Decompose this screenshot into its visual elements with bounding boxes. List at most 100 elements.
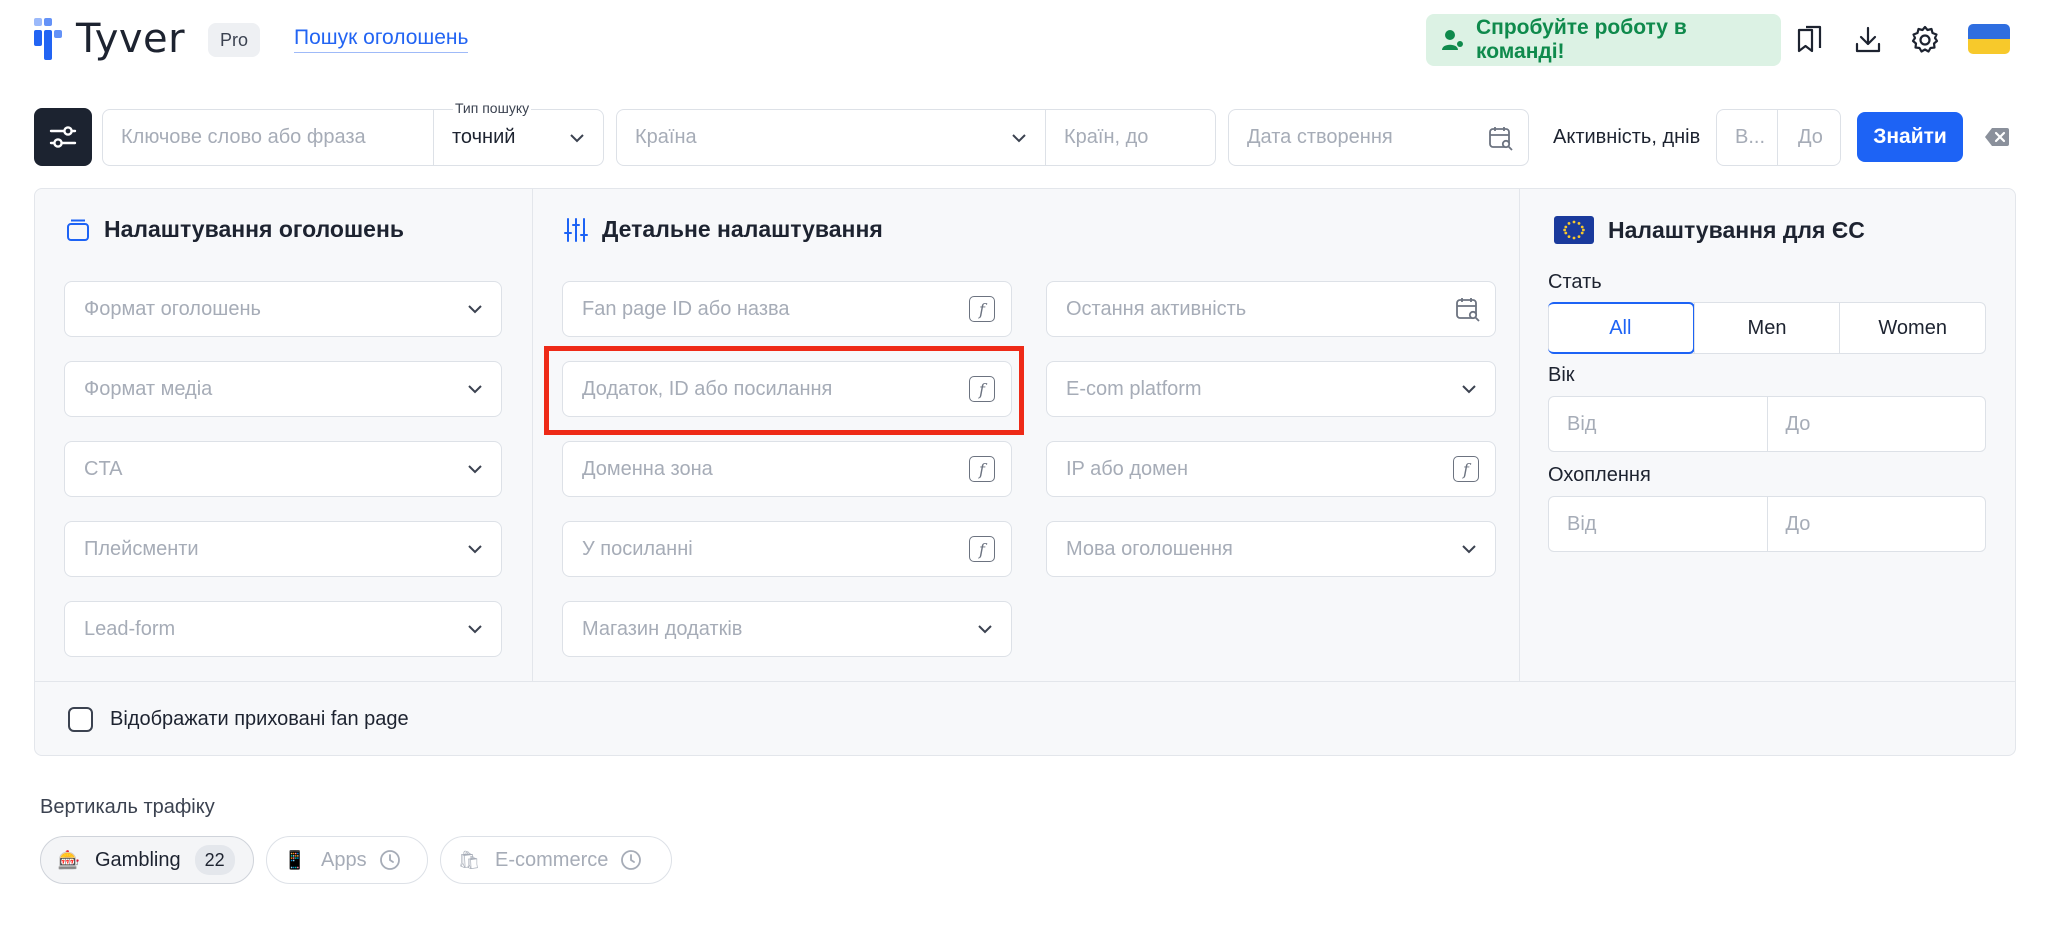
traffic-vertical-title: Вертикаль трафіку xyxy=(40,796,215,818)
in-link-input[interactable]: У посиланні f xyxy=(562,521,1012,577)
ad-format-select[interactable]: Формат оголошень xyxy=(64,281,502,337)
keyword-input[interactable]: Ключове слово або фраза xyxy=(102,109,434,166)
vertical-chip-apps[interactable]: 📱 Apps xyxy=(266,836,428,884)
column-divider xyxy=(532,189,533,681)
media-format-placeholder: Формат медіа xyxy=(84,377,213,400)
ad-settings-title: Налаштування оголошень xyxy=(66,216,404,243)
created-date-placeholder: Дата створення xyxy=(1247,126,1393,148)
ecom-platform-select[interactable]: E-com platform xyxy=(1046,361,1496,417)
reach-label: Охоплення xyxy=(1548,464,1651,486)
placements-select[interactable]: Плейсменти xyxy=(64,521,502,577)
ad-stack-icon xyxy=(67,219,89,241)
highlight-annotation-box xyxy=(544,346,1024,435)
age-from-input[interactable]: Від xyxy=(1549,397,1767,451)
reach-range: Від До xyxy=(1548,496,1986,552)
age-to-input[interactable]: До xyxy=(1766,397,1986,451)
try-team-button[interactable]: Спробуйте роботу в команді! xyxy=(1426,14,1781,66)
chevron-down-icon xyxy=(1462,545,1476,554)
ip-domain-input[interactable]: IP або домен f xyxy=(1046,441,1496,497)
activity-from-placeholder: В... xyxy=(1735,126,1766,148)
lead-form-select[interactable]: Lead-form xyxy=(64,601,502,657)
vertical-label: E-commerce xyxy=(495,848,609,871)
gender-label: Стать xyxy=(1548,271,1602,293)
country-placeholder: Країна xyxy=(635,126,697,148)
language-flag-ua-icon[interactable] xyxy=(1968,24,2010,54)
cta-select[interactable]: CTA xyxy=(64,441,502,497)
countries-to-input[interactable]: Країн, до xyxy=(1045,109,1216,166)
filters-toggle-button[interactable] xyxy=(34,108,92,166)
ad-format-placeholder: Формат оголошень xyxy=(84,297,261,320)
activity-to-placeholder: До xyxy=(1798,126,1823,148)
vertical-chip-gambling[interactable]: 🎰 Gambling 22 xyxy=(40,836,254,884)
try-team-label: Спробуйте роботу в команді! xyxy=(1475,16,1687,63)
bookmarks-icon[interactable] xyxy=(1794,24,1826,56)
domain-zone-input[interactable]: Доменна зона f xyxy=(562,441,1012,497)
chevron-down-icon xyxy=(978,625,992,634)
calendar-search-icon xyxy=(1456,298,1480,322)
gender-option-all[interactable]: All xyxy=(1548,302,1695,354)
chevron-down-icon xyxy=(468,305,482,314)
clear-backspace-icon[interactable] xyxy=(1984,126,2010,148)
calendar-search-icon xyxy=(1489,127,1513,151)
app-store-select[interactable]: Магазин додатків xyxy=(562,601,1012,657)
gender-option-men[interactable]: Men xyxy=(1693,303,1840,353)
facebook-icon: f xyxy=(969,536,995,562)
settings-gear-icon[interactable] xyxy=(1909,24,1941,56)
fan-page-input[interactable]: Fan page ID або назва f xyxy=(562,281,1012,337)
age-label: Вік xyxy=(1548,364,1575,386)
phone-icon: 📱 xyxy=(283,849,307,870)
in-link-placeholder: У посиланні xyxy=(582,537,693,560)
chevron-down-icon xyxy=(468,625,482,634)
vertical-label: Apps xyxy=(321,848,367,871)
panel-divider xyxy=(35,681,2015,682)
country-select[interactable]: Країна xyxy=(616,109,1046,166)
media-format-select[interactable]: Формат медіа xyxy=(64,361,502,417)
activity-to-input[interactable]: До xyxy=(1777,109,1841,166)
vertical-chip-ecommerce[interactable]: 🛍 E-commerce xyxy=(440,836,672,884)
ad-settings-title-text: Налаштування оголошень xyxy=(104,216,404,242)
last-activity-input[interactable]: Остання активність xyxy=(1046,281,1496,337)
show-hidden-fanpage-label[interactable]: Відображати приховані fan page xyxy=(110,708,409,731)
search-type-value: точний xyxy=(452,126,516,148)
chevron-down-icon xyxy=(468,545,482,554)
clock-icon xyxy=(621,850,642,870)
last-activity-placeholder: Остання активність xyxy=(1066,297,1247,320)
chevron-down-icon xyxy=(1012,133,1026,142)
gender-option-women[interactable]: Women xyxy=(1839,303,1985,353)
eu-settings-title-text: Налаштування для ЄС xyxy=(1608,216,1865,243)
created-date-input[interactable]: Дата створення xyxy=(1228,109,1529,166)
facebook-icon: f xyxy=(969,456,995,482)
ecom-platform-placeholder: E-com platform xyxy=(1066,377,1202,400)
chevron-down-icon xyxy=(468,465,482,474)
show-hidden-fanpage-checkbox[interactable] xyxy=(68,707,93,732)
plan-badge: Pro xyxy=(208,23,261,57)
logo[interactable]: Tyver xyxy=(34,18,185,60)
top-header: Tyver Pro Пошук оголошень Спробуйте робо… xyxy=(0,0,2048,82)
search-type-label: Тип пошуку xyxy=(453,100,532,116)
countries-to-placeholder: Країн, до xyxy=(1064,126,1149,148)
facebook-icon: f xyxy=(1453,456,1479,482)
activity-days-label: Активність, днів xyxy=(1553,126,1701,148)
placements-placeholder: Плейсменти xyxy=(84,537,199,560)
ad-language-select[interactable]: Мова оголошення xyxy=(1046,521,1496,577)
cta-placeholder: CTA xyxy=(84,457,123,480)
reach-to-input[interactable]: До xyxy=(1766,497,1986,551)
slot-machine-icon: 🎰 xyxy=(57,849,81,870)
column-divider xyxy=(1519,189,1520,681)
tuning-sliders-icon xyxy=(564,217,588,242)
detailed-settings-title: Детальне налаштування xyxy=(564,216,883,243)
nav-link-ad-search[interactable]: Пошук оголошень xyxy=(294,26,469,53)
ip-domain-placeholder: IP або домен xyxy=(1066,457,1189,480)
eu-flag-icon xyxy=(1554,216,1594,244)
domain-zone-placeholder: Доменна зона xyxy=(582,457,713,480)
activity-from-input[interactable]: В... xyxy=(1716,109,1778,166)
facebook-icon: f xyxy=(969,296,995,322)
find-button[interactable]: Знайти xyxy=(1857,112,1963,162)
clock-icon xyxy=(379,850,400,870)
lead-form-placeholder: Lead-form xyxy=(84,617,176,640)
download-icon[interactable] xyxy=(1852,24,1884,56)
vertical-label: Gambling xyxy=(95,848,181,871)
shopping-bags-icon: 🛍 xyxy=(457,849,481,870)
search-type-select[interactable]: точний xyxy=(433,109,604,166)
reach-from-input[interactable]: Від xyxy=(1549,497,1767,551)
